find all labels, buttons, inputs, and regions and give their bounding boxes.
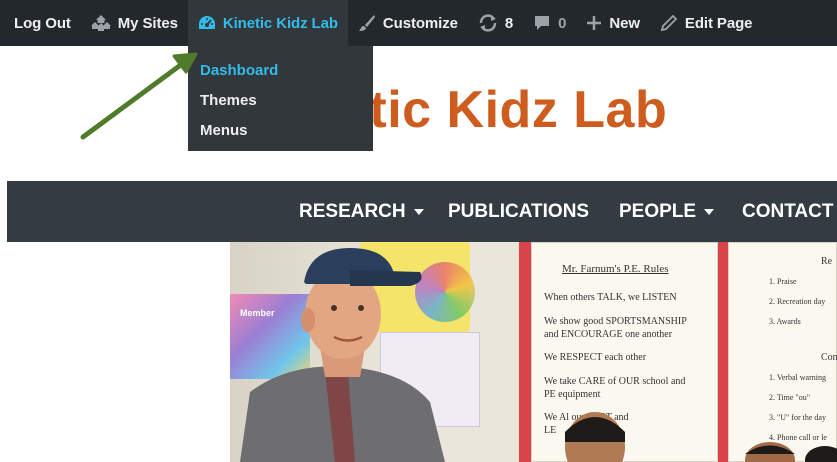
dashboard-icon	[198, 15, 216, 31]
customize-label: Customize	[382, 14, 458, 32]
nav-people-label: PEOPLE	[619, 200, 697, 222]
hero-photo: Member Mr. Farnum's P.E. Rules When othe…	[230, 242, 837, 462]
new-content-link[interactable]: New	[576, 0, 650, 46]
brush-icon	[358, 14, 376, 32]
site-name-menu[interactable]: Kinetic Kidz Lab	[187, 0, 348, 46]
nav-contact-label: CONTACT	[742, 200, 834, 222]
comments-link[interactable]: 0	[523, 0, 576, 46]
sites-icon	[90, 14, 111, 32]
edit-page-label: Edit Page	[684, 14, 753, 32]
comment-icon	[533, 14, 551, 32]
refresh-icon	[478, 14, 498, 32]
my-sites-label: My Sites	[117, 14, 178, 32]
customize-link[interactable]: Customize	[348, 0, 468, 46]
nav-item-research[interactable]: RESEARCH	[299, 181, 424, 242]
comments-count: 0	[558, 14, 567, 32]
nav-item-contact[interactable]: CONTACT	[742, 181, 833, 242]
site-name-label: Kinetic Kidz Lab	[222, 14, 338, 32]
chevron-down-icon	[413, 208, 424, 215]
main-nav: RESEARCH PUBLICATIONS PEOPLE CONTACT	[7, 181, 837, 242]
updates-link[interactable]: 8	[468, 0, 523, 46]
nav-item-people[interactable]: PEOPLE	[619, 181, 715, 242]
edit-page-link[interactable]: Edit Page	[650, 0, 762, 46]
nav-research-label: RESEARCH	[299, 200, 406, 222]
site-name-dropdown: Dashboard Themes Menus	[188, 46, 373, 151]
admin-bar: Log Out My Sites Kinetic Kidz Lab Custom…	[0, 0, 837, 46]
chevron-down-icon	[704, 208, 715, 215]
logout-link[interactable]: Log Out	[0, 0, 81, 46]
my-sites-menu[interactable]: My Sites	[81, 0, 188, 46]
dropdown-item-dashboard[interactable]: Dashboard	[188, 56, 373, 86]
children-figures	[565, 412, 837, 462]
pencil-icon	[660, 14, 678, 32]
nav-item-publications[interactable]: PUBLICATIONS	[448, 181, 589, 242]
site-title[interactable]: etic Kidz Lab	[340, 80, 667, 140]
updates-count: 8	[504, 14, 514, 32]
plus-icon	[586, 15, 602, 31]
dropdown-item-themes[interactable]: Themes	[188, 86, 373, 116]
nav-publications-label: PUBLICATIONS	[448, 200, 590, 222]
new-label: New	[609, 14, 640, 32]
logout-label: Log Out	[14, 14, 71, 32]
dropdown-item-menus[interactable]: Menus	[188, 116, 373, 146]
